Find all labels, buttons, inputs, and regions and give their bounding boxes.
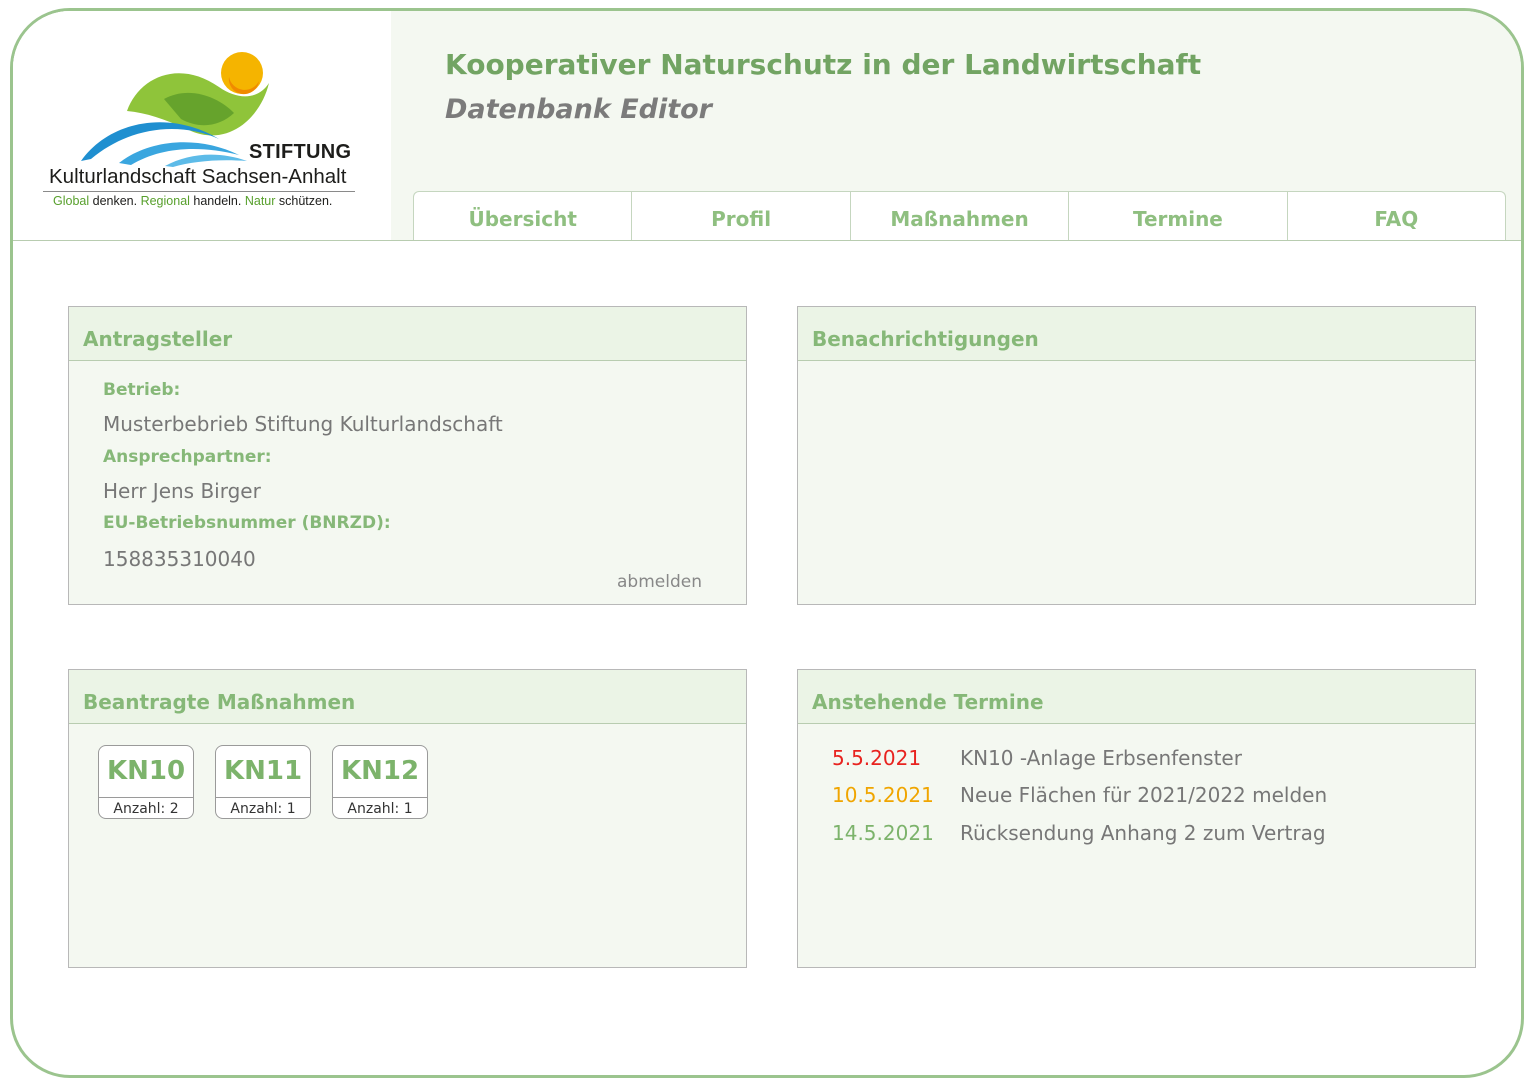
measure-card-kn11[interactable]: KN11 Anzahl: 1 [215, 745, 311, 819]
appointment-row[interactable]: 10.5.2021 Neue Flächen für 2021/2022 meld… [832, 783, 1327, 807]
measure-count: Anzahl: 1 [333, 797, 427, 818]
tab-massnahmen[interactable]: Maßnahmen [849, 191, 1070, 240]
appointment-date: 14.5.2021 [832, 821, 934, 845]
slogan-global: Global [53, 194, 90, 208]
measure-card-kn12[interactable]: KN12 Anzahl: 1 [332, 745, 428, 819]
appointment-date: 10.5.2021 [832, 783, 934, 807]
measure-code: KN12 [340, 756, 420, 786]
logo[interactable]: STIFTUNG Kulturlandschaft Sachsen-Anhalt… [13, 11, 391, 240]
appointment-date: 5.5.2021 [832, 746, 922, 770]
logout-link[interactable]: abmelden [617, 572, 702, 592]
measures-heading: Beantragte Maßnahmen [69, 670, 746, 724]
logo-slogan: Global denken. Regional handeln. Natur s… [53, 194, 332, 208]
tab-bar: Übersicht Profil Maßnahmen Termine FAQ [413, 191, 1507, 240]
slogan-natur: Natur [244, 194, 276, 208]
tab-faq[interactable]: FAQ [1286, 191, 1507, 240]
measure-count: Anzahl: 1 [216, 797, 310, 818]
slogan-handeln: handeln. [189, 194, 245, 208]
page-title: Kooperativer Naturschutz in der Landwirt… [445, 48, 1202, 81]
logo-stiftung-text: STIFTUNG [249, 141, 352, 163]
measure-card-kn10[interactable]: KN10 Anzahl: 2 [98, 745, 194, 819]
measure-code: KN11 [223, 756, 303, 786]
appointment-text: Rücksendung Anhang 2 zum Vertrag [960, 821, 1326, 845]
notifications-heading: Benachrichtigungen [798, 307, 1475, 361]
betrieb-value: Musterbebrieb Stiftung Kulturlandschaft [103, 412, 503, 436]
slogan-schuetzen: schützen. [275, 194, 333, 208]
header: STIFTUNG Kulturlandschaft Sachsen-Anhalt… [13, 11, 1521, 241]
logo-divider [43, 191, 355, 192]
page-subtitle: Datenbank Editor [445, 94, 712, 125]
appointment-text: KN10 -Anlage Erbsenfenster [960, 746, 1242, 770]
measure-count: Anzahl: 2 [99, 797, 193, 818]
slogan-denken: denken. [89, 194, 141, 208]
eu-number-label: EU-Betriebsnummer (BNRZD): [103, 513, 391, 533]
eu-number-value: 158835310040 [103, 547, 256, 571]
applicant-heading: Antragsteller [69, 307, 746, 361]
appointments-panel: Anstehende Termine 5.5.2021 KN10 -Anlage … [797, 669, 1476, 968]
appointment-text: Neue Flächen für 2021/2022 melden [960, 783, 1328, 807]
appointment-row[interactable]: 14.5.2021 Rücksendung Anhang 2 zum Vertra… [832, 821, 1326, 845]
notifications-panel: Benachrichtigungen [797, 306, 1476, 605]
tab-profil[interactable]: Profil [631, 191, 851, 240]
appointment-row[interactable]: 5.5.2021 KN10 -Anlage Erbsenfenster [832, 746, 1242, 770]
appointments-heading: Anstehende Termine [798, 670, 1475, 724]
contact-value: Herr Jens Birger [103, 479, 261, 503]
applicant-panel: Antragsteller Betrieb: Musterbebrieb Sti… [68, 306, 747, 605]
contact-label: Ansprechpartner: [103, 447, 272, 467]
betrieb-label: Betrieb: [103, 380, 181, 400]
slogan-regional: Regional [140, 194, 190, 208]
measures-panel: Beantragte Maßnahmen KN10 Anzahl: 2 KN11… [68, 669, 747, 968]
tab-termine[interactable]: Termine [1068, 191, 1288, 240]
logo-name-text: Kulturlandschaft Sachsen-Anhalt [49, 165, 347, 188]
app-frame: STIFTUNG Kulturlandschaft Sachsen-Anhalt… [10, 8, 1524, 1078]
measures-list: KN10 Anzahl: 2 KN11 Anzahl: 1 KN12 Anzah… [98, 745, 449, 819]
measure-code: KN10 [106, 756, 186, 786]
tab-uebersicht[interactable]: Übersicht [413, 191, 633, 240]
